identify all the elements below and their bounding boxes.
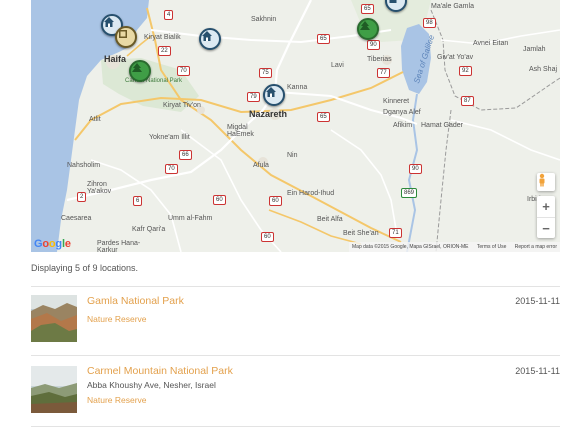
- map-marker-site[interactable]: [199, 28, 221, 50]
- map-terrain: [31, 0, 560, 252]
- map-view[interactable]: Haifa Sakhnin Kiryat Bialik Kiryat Tiv'o…: [31, 0, 560, 252]
- map-label-afikim: Afikim: [393, 122, 413, 129]
- map-label-umm-al-fahm: Umm al-Fahm: [168, 215, 213, 222]
- road-shield: 869: [401, 188, 418, 198]
- result-item[interactable]: Carmel Mountain National Park Abba Khous…: [31, 356, 560, 426]
- map-label-nazareth: Nazareth: [249, 109, 288, 119]
- road-shield: 77: [377, 68, 390, 78]
- map-label-sakhnin: Sakhnin: [251, 16, 277, 23]
- map-attribution: Map data ©2015 Google, Mapa GISrael, ORI…: [349, 242, 560, 252]
- result-category[interactable]: Nature Reserve: [87, 395, 147, 405]
- road-shield: 22: [158, 46, 171, 56]
- road-shield: 6: [133, 196, 143, 206]
- zoom-in-button[interactable]: +: [537, 196, 555, 217]
- google-logo-letter: e: [64, 238, 71, 250]
- map-label-caesarea: Caesarea: [61, 215, 92, 222]
- road-shield: 70: [177, 66, 190, 76]
- map-label-givat-yoav: Giv'at Yo'av: [437, 54, 474, 61]
- map-label-dganya: Dganya Alef: [383, 109, 421, 116]
- tree-icon: [360, 21, 370, 30]
- road-shield: 60: [213, 195, 226, 205]
- road-shield: 75: [259, 68, 272, 78]
- map-label-nin: Nin: [287, 152, 298, 159]
- result-date: 2015-11-11: [515, 366, 560, 376]
- map-label-nahsholim: Nahsholim: [67, 162, 101, 169]
- road-shield: 60: [261, 232, 274, 242]
- road-shield: 60: [269, 196, 282, 206]
- map-label-kiryat-tivon: Kiryat Tiv'on: [163, 102, 201, 109]
- road-shield: 90: [409, 164, 422, 174]
- zoom-out-button[interactable]: −: [537, 217, 555, 239]
- map-label-atlit: Atlit: [89, 116, 101, 123]
- book-icon: [119, 30, 127, 38]
- map-label-kinneret: Kinneret: [383, 98, 410, 105]
- terms-of-use-link[interactable]: Terms of Use: [477, 244, 506, 250]
- map-label-beit-alfa: Beit Alfa: [317, 216, 343, 223]
- result-date: 2015-11-11: [515, 296, 560, 306]
- tree-icon: [132, 63, 142, 72]
- street-view-pegman[interactable]: [537, 173, 555, 191]
- map-label-haifa: Haifa: [104, 54, 127, 64]
- result-category[interactable]: Nature Reserve: [87, 314, 147, 324]
- result-title[interactable]: Carmel Mountain National Park: [87, 365, 233, 377]
- result-title[interactable]: Gamla National Park: [87, 295, 184, 307]
- map-label-kafr-qara: Kafr Qari'a: [132, 226, 166, 233]
- result-thumbnail[interactable]: [31, 295, 77, 342]
- house-icon: [104, 17, 114, 27]
- result-thumbnail[interactable]: [31, 366, 77, 413]
- map-label-migdal: Migdal HaEmek: [227, 124, 254, 138]
- google-logo[interactable]: Google: [34, 238, 71, 250]
- map-marker-nazareth[interactable]: [263, 84, 285, 106]
- map-label-kanna: Kanna: [287, 84, 308, 91]
- map-label-afula: Afula: [253, 162, 269, 169]
- map-label-yokneam: Yokne'am Illit: [149, 134, 190, 141]
- map-label-avnei-eitan: Avnei Eitan: [473, 40, 509, 47]
- map-marker-carmel[interactable]: [129, 60, 151, 82]
- divider: [31, 426, 560, 427]
- map-label-hamat-gader: Hamat Gader: [421, 122, 464, 129]
- map-label-pardes-hana: Pardes Hana-Karkur: [97, 240, 141, 252]
- house-icon: [266, 87, 276, 97]
- map-label-jamlah: Jamlah: [523, 46, 546, 53]
- road-shield: 65: [361, 4, 374, 14]
- road-shield: 70: [165, 164, 178, 174]
- road-shield: 71: [389, 228, 402, 238]
- road-shield: 87: [461, 96, 474, 106]
- road-shield: 66: [179, 150, 192, 160]
- road-shield: 90: [367, 40, 380, 50]
- map-label-ein-harod: Ein Harod-Ihud: [287, 190, 335, 197]
- road-shield: 79: [247, 92, 260, 102]
- result-address: Abba Khoushy Ave, Nesher, Israel: [87, 380, 216, 390]
- map-label-zihron: Zihron Ya'akov: [87, 181, 112, 195]
- map-label-lavi: Lavi: [331, 62, 344, 69]
- map-label-beit-shean: Beit She'an: [343, 230, 379, 237]
- results-count: Displaying 5 of 9 locations.: [31, 263, 139, 273]
- pegman-icon: [539, 173, 545, 187]
- map-label-kiryat-bialik: Kiryat Bialik: [144, 34, 181, 41]
- report-map-error-link[interactable]: Report a map error: [515, 244, 557, 250]
- map-marker-museum[interactable]: [115, 26, 137, 48]
- map-label-tiberias: Tiberias: [367, 56, 392, 63]
- road-shield: 2: [77, 192, 87, 202]
- result-item[interactable]: Gamla National Park Nature Reserve 2015-…: [31, 287, 560, 355]
- zoom-control: + −: [537, 196, 555, 238]
- road-shield: 98: [423, 18, 436, 28]
- house-icon: [389, 0, 397, 3]
- map-data-credit: Map data ©2015 Google, Mapa GISrael, ORI…: [352, 244, 469, 250]
- landscape-photo: [31, 295, 77, 342]
- road-shield: 65: [317, 34, 330, 44]
- map-label-maale-gamla: Ma'ale Gamla: [431, 3, 474, 10]
- map-label-ash-shaj: Ash Shaj: [529, 66, 558, 73]
- road-shield: 65: [317, 112, 330, 122]
- road-shield: 92: [459, 66, 472, 76]
- map-marker-park[interactable]: [357, 18, 379, 40]
- road-shield: 4: [164, 10, 174, 20]
- landscape-photo: [31, 366, 77, 413]
- house-icon: [202, 31, 212, 41]
